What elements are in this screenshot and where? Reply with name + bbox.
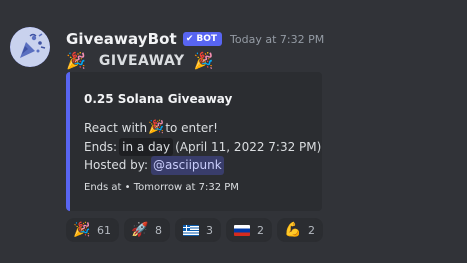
reaction-count: 61	[97, 223, 111, 237]
reaction-party-popper[interactable]: 🎉 61	[66, 218, 119, 242]
reaction-count: 3	[206, 223, 213, 237]
react-suffix: to enter!	[165, 121, 218, 135]
giveaway-embed: 0.25 Solana Giveaway React with 🎉 to ent…	[66, 72, 322, 211]
hosted-line: Hosted by: @asciipunk	[84, 156, 321, 175]
greece-flag-icon	[182, 222, 200, 238]
hosted-label: Hosted by:	[84, 158, 149, 172]
embed-footer: Ends at • Tomorrow at 7:32 PM	[84, 182, 239, 193]
message-header: GiveawayBot ✔ BOT Today at 7:32 PM	[66, 29, 324, 49]
reaction-russia-flag[interactable]: 2	[226, 218, 272, 242]
message-timestamp[interactable]: Today at 7:32 PM	[230, 33, 324, 46]
ends-absolute-time: (April 11, 2022 7:32 PM)	[175, 139, 322, 154]
message-content: 🎉 GIVEAWAY 🎉	[66, 51, 214, 71]
chat-message: GiveawayBot ✔ BOT Today at 7:32 PM 🎉 GIV…	[0, 0, 467, 263]
ends-relative-time[interactable]: in a day	[119, 137, 174, 156]
russia-flag-icon	[233, 222, 251, 238]
party-popper-icon: 🎉	[148, 120, 165, 135]
host-mention[interactable]: @asciipunk	[151, 156, 224, 175]
reaction-count: 2	[308, 223, 315, 237]
ends-label: Ends:	[84, 139, 118, 154]
react-prefix: React with	[84, 121, 148, 135]
party-popper-icon: 🎉	[66, 51, 86, 70]
reaction-flexed-biceps[interactable]: 💪 2	[277, 218, 323, 242]
reaction-count: 2	[257, 223, 264, 237]
message-text: GIVEAWAY	[98, 53, 185, 69]
ends-line: Ends: in a day (April 11, 2022 7:32 PM)	[84, 137, 322, 156]
party-popper-icon: 🎉	[73, 222, 91, 238]
checkmark-icon: ✔	[185, 34, 194, 44]
reaction-bar: 🎉 61 🚀 8 3 2 💪 2	[66, 218, 323, 242]
embed-title: 0.25 Solana Giveaway	[84, 92, 233, 106]
party-popper-avatar-icon	[10, 27, 50, 67]
reaction-count: 8	[155, 223, 162, 237]
reaction-greece-flag[interactable]: 3	[175, 218, 221, 242]
bot-badge-label: BOT	[196, 34, 218, 44]
rocket-icon: 🚀	[131, 222, 149, 238]
react-instruction: React with 🎉 to enter!	[84, 119, 321, 138]
bot-badge: ✔ BOT	[182, 32, 223, 46]
embed-description: React with 🎉 to enter! Ends: in a day (A…	[84, 119, 321, 175]
username[interactable]: GiveawayBot	[66, 30, 177, 48]
reaction-rocket[interactable]: 🚀 8	[124, 218, 170, 242]
flexed-biceps-icon: 💪	[284, 222, 302, 238]
party-popper-icon: 🎉	[193, 51, 214, 70]
bot-avatar[interactable]	[10, 27, 50, 67]
